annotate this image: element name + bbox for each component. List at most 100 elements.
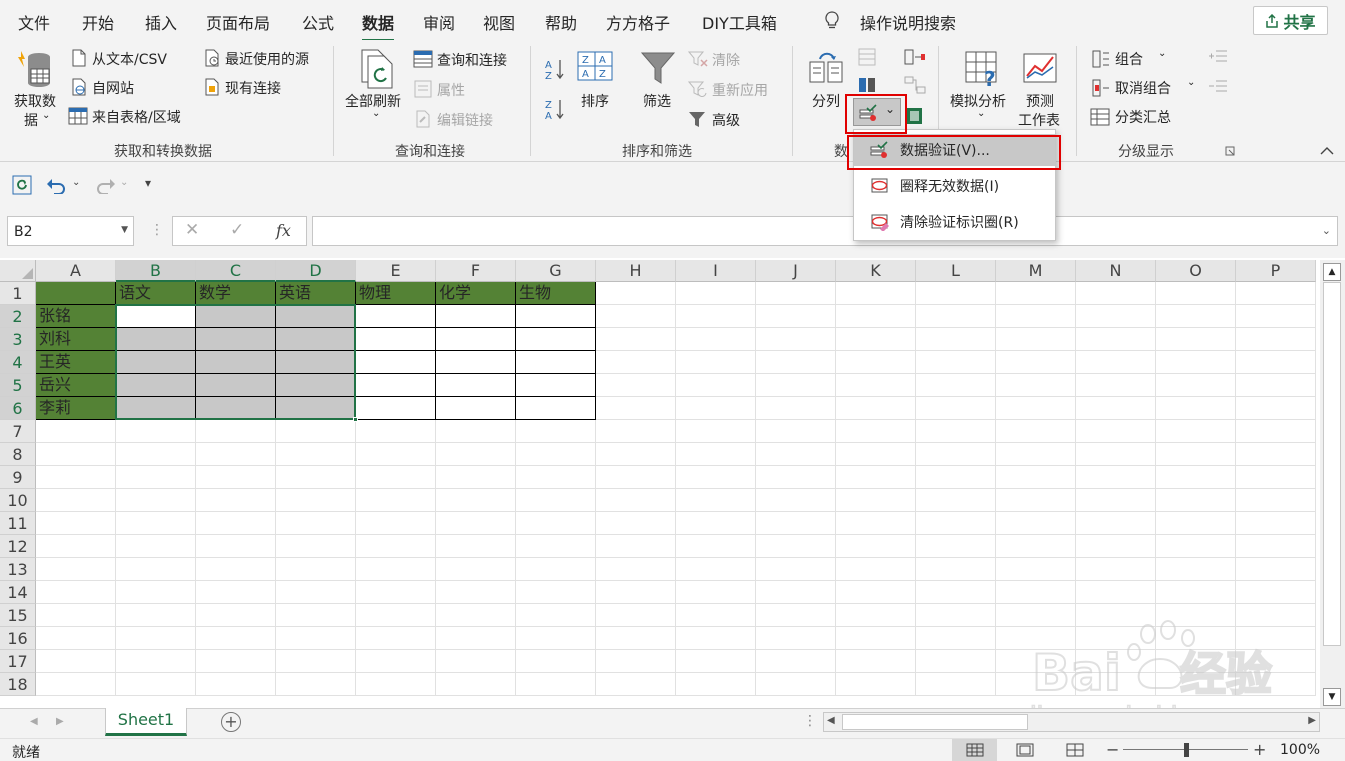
existing-connections-button[interactable]: 现有连接 [225,78,281,98]
table-cell[interactable] [196,673,276,696]
table-cell[interactable] [676,512,756,535]
table-cell[interactable] [516,627,596,650]
table-cell[interactable] [916,420,996,443]
expand-formula-bar-icon[interactable]: ⌄ [1322,224,1331,237]
column-header-j[interactable]: J [756,260,836,282]
table-cell[interactable] [516,443,596,466]
recent-sources-button[interactable]: 最近使用的源 [225,49,309,69]
table-cell[interactable] [356,512,436,535]
table-cell[interactable] [276,535,356,558]
table-cell[interactable] [196,397,276,420]
table-cell[interactable] [916,351,996,374]
table-cell[interactable] [516,397,596,420]
table-cell[interactable] [836,581,916,604]
table-cell[interactable] [756,328,836,351]
table-cell[interactable] [356,650,436,673]
table-cell[interactable]: 化学 [436,282,516,305]
horizontal-scrollbar[interactable]: ◀ ▶ [823,712,1320,732]
table-cell[interactable] [1236,282,1316,305]
row-header-3[interactable]: 3 [0,328,36,351]
table-cell[interactable] [676,535,756,558]
table-cell[interactable] [756,374,836,397]
table-cell[interactable] [356,558,436,581]
table-cell[interactable] [676,420,756,443]
table-cell[interactable] [436,581,516,604]
table-cell[interactable] [1236,489,1316,512]
table-cell[interactable] [36,581,116,604]
get-data-button[interactable]: 获取数 [14,91,56,111]
formula-input[interactable]: ⌄ [312,216,1338,246]
table-cell[interactable] [196,305,276,328]
table-cell[interactable] [916,581,996,604]
filter-button[interactable]: 筛选 [643,91,671,111]
table-cell[interactable] [356,581,436,604]
column-header-m[interactable]: M [996,260,1076,282]
table-cell[interactable] [276,558,356,581]
table-cell[interactable] [836,351,916,374]
name-box[interactable]: B2 ▼ [7,216,134,246]
clear-button[interactable]: 清除 [712,50,740,70]
table-cell[interactable] [756,282,836,305]
column-header-i[interactable]: I [676,260,756,282]
fill-handle[interactable] [353,417,358,422]
redo-icon[interactable] [94,176,116,194]
table-cell[interactable] [196,466,276,489]
table-cell[interactable] [436,535,516,558]
table-cell[interactable] [196,489,276,512]
table-cell[interactable] [1156,282,1236,305]
table-cell[interactable] [436,650,516,673]
table-cell[interactable] [1076,535,1156,558]
table-cell[interactable] [676,650,756,673]
from-web-button[interactable]: 自网站 [92,78,134,98]
edit-links-button[interactable]: 编辑链接 [437,110,493,130]
table-cell[interactable] [356,466,436,489]
scroll-tabs-right-icon[interactable]: ▶ [56,716,64,727]
tab-help[interactable]: 帮助 [545,10,577,34]
table-cell[interactable] [116,535,196,558]
enter-check-icon[interactable]: ✓ [230,220,244,240]
table-cell[interactable] [1076,351,1156,374]
table-cell[interactable] [996,328,1076,351]
text-to-columns-button[interactable]: 分列 [812,91,840,111]
table-cell[interactable] [1156,351,1236,374]
table-cell[interactable] [1156,305,1236,328]
table-cell[interactable] [356,397,436,420]
table-cell[interactable] [756,581,836,604]
table-cell[interactable] [836,305,916,328]
table-cell[interactable] [516,328,596,351]
table-cell[interactable] [36,535,116,558]
table-cell[interactable] [676,581,756,604]
row-header-10[interactable]: 10 [0,489,36,512]
table-cell[interactable] [596,305,676,328]
table-cell[interactable] [36,604,116,627]
sheet-tab-sheet1[interactable]: Sheet1 [105,708,187,736]
table-cell[interactable] [1076,489,1156,512]
scroll-down-icon[interactable]: ▼ [1323,688,1341,706]
table-cell[interactable] [756,305,836,328]
chevron-down-icon[interactable]: ▼ [121,225,128,235]
tab-diy-toolbox[interactable]: DIY工具箱 [702,10,777,34]
row-header-12[interactable]: 12 [0,535,36,558]
row-header-15[interactable]: 15 [0,604,36,627]
table-cell[interactable] [1236,420,1316,443]
table-cell[interactable] [756,558,836,581]
table-cell[interactable] [836,282,916,305]
collapse-ribbon-icon[interactable] [1320,146,1334,156]
table-cell[interactable] [356,535,436,558]
column-header-c[interactable]: C [196,260,276,282]
reapply-button[interactable]: 重新应用 [712,80,768,100]
table-cell[interactable] [116,328,196,351]
table-cell[interactable] [756,420,836,443]
group-button[interactable]: 组合 [1115,49,1143,69]
table-cell[interactable] [756,397,836,420]
table-cell[interactable] [356,305,436,328]
cancel-icon[interactable]: ✕ [185,220,199,240]
table-cell[interactable] [996,374,1076,397]
tab-home[interactable]: 开始 [82,10,114,34]
menu-item-clear-validation-circles[interactable]: 清除验证标识圈(R) [854,206,1055,238]
table-cell[interactable] [1156,420,1236,443]
row-header-1[interactable]: 1 [0,282,36,305]
table-cell[interactable] [276,673,356,696]
table-cell[interactable] [1236,351,1316,374]
table-cell[interactable] [756,604,836,627]
